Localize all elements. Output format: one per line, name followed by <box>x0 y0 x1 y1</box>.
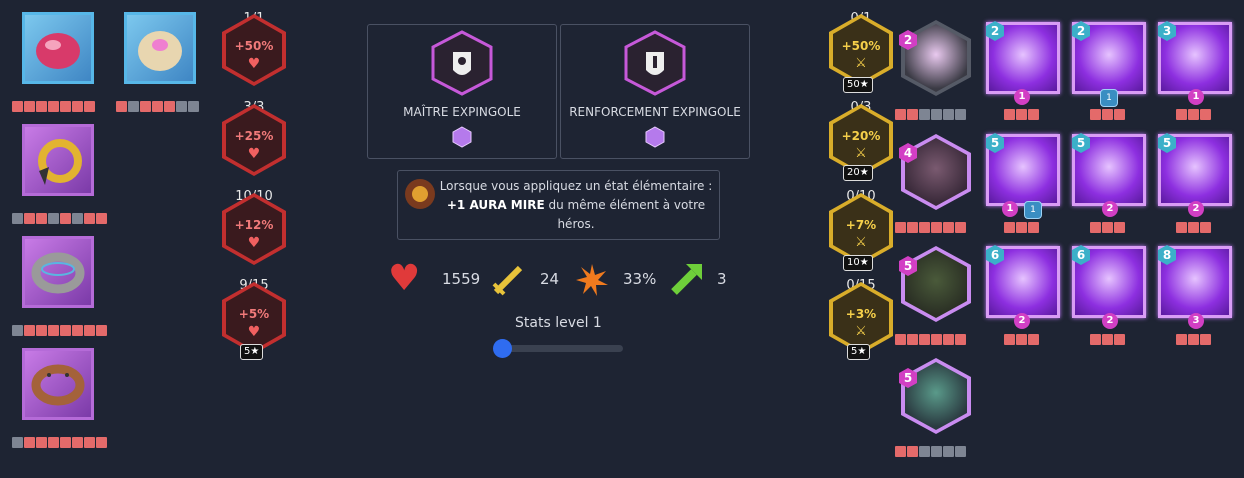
skill-pip: 1 <box>1188 89 1204 105</box>
atk-bonus-tag: 20★ <box>843 165 873 181</box>
skill-pip: 1 <box>1014 89 1030 105</box>
skill-pip: 2 <box>1014 313 1030 329</box>
talent-panel-master[interactable]: MAÎTRE EXPINGOLE <box>367 24 557 159</box>
champion-cat[interactable] <box>901 246 971 322</box>
item-spiked-ring[interactable] <box>22 124 94 196</box>
skill-shield-badge: 1 <box>1100 89 1118 107</box>
shield-crest-icon <box>431 30 493 96</box>
champion-hooded[interactable] <box>901 358 971 434</box>
atk-bonus-value: +3% <box>845 307 877 321</box>
skill-pip: 2 <box>1102 201 1118 217</box>
item-red-gem[interactable] <box>22 12 94 84</box>
champion-stars <box>895 334 966 345</box>
red-gem-icon <box>36 33 80 69</box>
atk-bonus-tag: 10★ <box>843 255 873 271</box>
skill-stars <box>1176 222 1211 233</box>
skill-shield-badge: 1 <box>1024 201 1042 219</box>
purple-gem-icon <box>645 126 665 148</box>
skill-pip: 3 <box>1188 313 1204 329</box>
crit-value: 33% <box>623 270 657 288</box>
sword-small-icon: ⚔ <box>855 56 867 71</box>
hp-bonus-value: +25% <box>234 129 274 143</box>
skill-stars <box>1090 334 1125 345</box>
hp-bonus-hex[interactable]: +25% ♥ <box>222 104 286 176</box>
skill-pip: 2 <box>1188 201 1204 217</box>
hp-bonus-value: +50% <box>234 39 274 53</box>
atk-bonus-hex[interactable]: +50% ⚔ <box>829 14 893 86</box>
stats-level-slider-handle[interactable] <box>493 339 512 358</box>
champion-stars <box>895 109 966 120</box>
spiked-ring-icon <box>38 139 82 185</box>
skill-stars <box>1090 222 1125 233</box>
item-spiked-ring-stars <box>12 213 107 224</box>
stats-level-label: Stats level 1 <box>515 315 602 331</box>
copper-bracelet-icon <box>31 364 85 406</box>
aura-icon <box>405 179 435 209</box>
skill-stars <box>1004 334 1039 345</box>
hp-bonus-hex[interactable]: +50% ♥ <box>222 14 286 86</box>
hp-value: 1559 <box>442 270 481 288</box>
champion-stars <box>895 446 966 457</box>
crit-burst-icon <box>576 264 608 296</box>
atk-bonus-value: +7% <box>845 218 877 232</box>
atk-value: 24 <box>540 270 560 288</box>
atk-bonus-tag: 50★ <box>843 77 873 93</box>
item-shell-armor[interactable] <box>124 12 196 84</box>
heart-icon: ♥ <box>247 56 261 72</box>
sword-small-icon: ⚔ <box>855 235 867 250</box>
metal-band-icon <box>31 252 85 294</box>
purple-gem-icon <box>452 126 472 148</box>
stats-level-slider[interactable] <box>493 339 623 358</box>
champion-owl[interactable] <box>901 20 971 96</box>
talent-panel-reinforcement[interactable]: RENFORCEMENT EXPINGOLE <box>560 24 750 159</box>
heart-icon: ♥ <box>247 146 261 162</box>
item-red-gem-stars <box>12 101 95 112</box>
heart-icon: ♥ <box>247 324 261 340</box>
talent-description: Lorsque vous appliquez un état élémentai… <box>397 170 720 240</box>
speed-value: 3 <box>717 270 727 288</box>
item-copper-bracelet-stars <box>12 437 107 448</box>
heart-icon: ♥ <box>247 235 261 251</box>
champion-stars <box>895 222 966 233</box>
skill-stars <box>1004 109 1039 120</box>
item-metal-band-stars <box>12 325 107 336</box>
skill-pip: 1 <box>1002 201 1018 217</box>
sword-icon <box>492 265 523 296</box>
hp-bonus-hex[interactable]: +12% ♥ <box>222 193 286 265</box>
item-shell-armor-stars <box>116 101 199 112</box>
shell-armor-icon <box>138 31 182 71</box>
skill-pip: 2 <box>1102 313 1118 329</box>
talent-name: RENFORCEMENT EXPINGOLE <box>569 105 741 119</box>
item-copper-bracelet[interactable] <box>22 348 94 420</box>
skill-stars <box>1004 222 1039 233</box>
sword-small-icon: ⚔ <box>855 324 867 339</box>
shield-crest-icon <box>624 30 686 96</box>
atk-bonus-value: +20% <box>841 129 881 143</box>
atk-bonus-tag: 5★ <box>847 344 871 360</box>
hp-bonus-tag: 5★ <box>240 344 264 360</box>
hp-icon: ♥ <box>388 258 421 299</box>
skill-stars <box>1090 109 1125 120</box>
sword-small-icon: ⚔ <box>855 146 867 161</box>
skill-stars <box>1176 109 1211 120</box>
hp-bonus-value: +12% <box>234 218 274 232</box>
skill-stars <box>1176 334 1211 345</box>
talent-name: MAÎTRE EXPINGOLE <box>403 105 521 119</box>
speed-arrow-icon <box>671 264 702 295</box>
description-text: Lorsque vous appliquez un état élémentai… <box>439 179 713 231</box>
atk-bonus-value: +50% <box>841 39 881 53</box>
hp-bonus-value: +5% <box>238 307 270 321</box>
item-metal-band[interactable] <box>22 236 94 308</box>
